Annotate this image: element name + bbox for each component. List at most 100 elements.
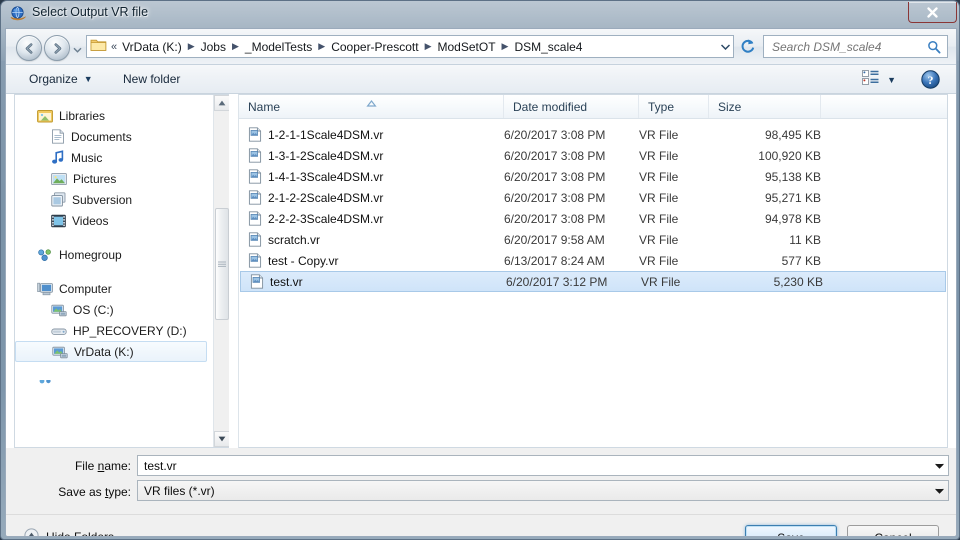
- table-row[interactable]: 1-3-1-2Scale4DSM.vr 6/20/2017 3:08 PM VR F…: [239, 145, 947, 166]
- organize-button[interactable]: Organize ▼: [24, 71, 98, 87]
- vr-file-icon: [248, 232, 262, 247]
- save-as-type-label: Save as type:: [58, 485, 131, 499]
- search-input[interactable]: [770, 38, 924, 55]
- file-type-cell: VR File: [639, 169, 679, 184]
- search-icon[interactable]: [927, 40, 941, 54]
- view-mode-button[interactable]: ▼: [862, 70, 896, 90]
- back-button[interactable]: [16, 35, 42, 61]
- sidebar-item-libraries[interactable]: Libraries: [15, 105, 213, 126]
- file-type-cell: VR File: [639, 211, 679, 226]
- scroll-down-button[interactable]: [214, 431, 229, 447]
- breadcrumb-item-5[interactable]: DSM_scale4: [513, 38, 583, 56]
- sidebar-item-videos[interactable]: Videos: [15, 210, 213, 231]
- file-name-text: 2-1-2-2Scale4DSM.vr: [268, 190, 384, 205]
- sidebar-item-subversion[interactable]: Subversion: [15, 189, 213, 210]
- search-box[interactable]: [763, 35, 948, 58]
- cancel-button[interactable]: Cancel: [847, 525, 939, 536]
- dialog-footer: Hide Folders Save Cancel: [6, 514, 956, 536]
- table-row[interactable]: 2-2-2-3Scale4DSM.vr 6/20/2017 3:08 PM VR F…: [239, 208, 947, 229]
- file-name-cell: 1-3-1-2Scale4DSM.vr: [239, 148, 383, 163]
- chevron-down-icon: [73, 47, 82, 53]
- sidebar-item-label: Homegroup: [59, 247, 122, 262]
- file-name-text: 1-2-1-1Scale4DSM.vr: [268, 127, 384, 142]
- sort-ascending-icon: [366, 96, 377, 110]
- file-size-cell: 95,138 KB: [764, 169, 821, 184]
- breadcrumb-separator: ▶: [424, 41, 432, 51]
- sidebar-item-hp-recovery-d[interactable]: HP_RECOVERY (D:): [15, 320, 213, 341]
- triangle-up-icon: [218, 100, 226, 106]
- breadcrumb-item-0[interactable]: VrData (K:): [121, 38, 183, 56]
- breadcrumb-item-4[interactable]: ModSetOT: [437, 38, 497, 56]
- forward-button[interactable]: [44, 35, 70, 61]
- table-row[interactable]: test.vr 6/20/2017 3:12 PM VR File 5,230 KB: [240, 271, 946, 292]
- address-bar[interactable]: « VrData (K:) ▶ Jobs ▶ _ModelTests ▶ Coo…: [86, 35, 734, 58]
- close-button[interactable]: [908, 2, 957, 23]
- file-name-text: test - Copy.vr: [268, 253, 339, 268]
- file-type-cell: VR File: [639, 148, 679, 163]
- sidebar-item-homegroup[interactable]: Homegroup: [15, 244, 213, 265]
- file-name-cell: 1-4-1-3Scale4DSM.vr: [239, 169, 383, 184]
- sidebar-item-label: Pictures: [73, 171, 117, 186]
- file-type-cell: VR File: [641, 274, 681, 289]
- file-name-cell: test.vr: [241, 274, 303, 289]
- file-name-value: test.vr: [144, 458, 177, 473]
- vr-file-icon: [248, 169, 262, 184]
- table-row[interactable]: scratch.vr 6/20/2017 9:58 AM VR File 11 KB: [239, 229, 947, 250]
- column-header-label: Date modified: [513, 99, 588, 114]
- table-row[interactable]: 2-1-2-2Scale4DSM.vr 6/20/2017 3:08 PM VR F…: [239, 187, 947, 208]
- triangle-down-icon: [218, 436, 226, 442]
- save-as-type-dropdown-button[interactable]: [931, 481, 948, 500]
- chevron-down-icon: [935, 488, 944, 494]
- breadcrumb-item-3[interactable]: Cooper-Prescott: [330, 38, 419, 56]
- hide-folders-button[interactable]: Hide Folders: [24, 528, 114, 536]
- help-button[interactable]: ?: [921, 70, 940, 89]
- drive-icon: [51, 324, 67, 338]
- sidebar-item-os-c[interactable]: OS (C:): [15, 299, 213, 320]
- column-header-date-modified[interactable]: Date modified: [504, 95, 639, 118]
- subversion-icon: [51, 192, 66, 207]
- scrollbar-thumb[interactable]: [215, 208, 229, 320]
- file-size-cell: 98,495 KB: [764, 127, 821, 142]
- new-folder-button[interactable]: New folder: [118, 71, 185, 87]
- file-date-cell: 6/20/2017 3:08 PM: [504, 211, 606, 226]
- file-name-text: 1-4-1-3Scale4DSM.vr: [268, 169, 384, 184]
- sidebar-item-music[interactable]: Music: [15, 147, 213, 168]
- sidebar-scrollbar[interactable]: [213, 95, 229, 447]
- recent-locations-button[interactable]: [72, 42, 83, 53]
- column-header-size[interactable]: Size: [709, 95, 821, 118]
- file-name-text: 2-2-2-3Scale4DSM.vr: [268, 211, 384, 226]
- sidebar-item-network-partial[interactable]: [15, 380, 213, 388]
- table-row[interactable]: 1-2-1-1Scale4DSM.vr 6/20/2017 3:08 PM VR F…: [239, 124, 947, 145]
- sidebar-item-computer[interactable]: Computer: [15, 278, 213, 299]
- window-title: Select Output VR file: [32, 5, 149, 19]
- address-dropdown-button[interactable]: [717, 36, 733, 57]
- table-row[interactable]: test - Copy.vr 6/13/2017 8:24 AM VR File 57…: [239, 250, 947, 271]
- music-note-icon: [51, 150, 65, 165]
- file-name-input[interactable]: test.vr: [137, 455, 949, 476]
- close-icon: [927, 6, 938, 18]
- refresh-button[interactable]: [736, 35, 758, 58]
- sidebar-item-vrdata-k[interactable]: VrData (K:): [15, 341, 207, 362]
- table-row[interactable]: 1-4-1-3Scale4DSM.vr 6/20/2017 3:08 PM VR F…: [239, 166, 947, 187]
- breadcrumb-item-1[interactable]: Jobs: [200, 38, 227, 56]
- file-name-cell: test - Copy.vr: [239, 253, 338, 268]
- column-header-label: Type: [648, 99, 675, 114]
- breadcrumb-separator: ▶: [501, 41, 509, 51]
- column-header-name[interactable]: Name: [239, 95, 504, 118]
- sidebar-item-pictures[interactable]: Pictures: [15, 168, 213, 189]
- column-header-type[interactable]: Type: [639, 95, 709, 118]
- breadcrumb-item-2[interactable]: _ModelTests: [244, 38, 313, 56]
- file-name-dropdown-button[interactable]: [931, 456, 948, 475]
- breadcrumb-separator: ▶: [318, 41, 326, 51]
- scroll-up-button[interactable]: [214, 95, 229, 111]
- save-as-type-select[interactable]: VR files (*.vr): [137, 480, 949, 501]
- file-type-cell: VR File: [639, 253, 679, 268]
- breadcrumb-overflow[interactable]: «: [109, 41, 121, 53]
- column-header-label: Size: [718, 99, 742, 114]
- chevron-down-icon: ▼: [887, 75, 896, 85]
- save-button[interactable]: Save: [745, 525, 837, 536]
- sidebar-item-documents[interactable]: Documents: [15, 126, 213, 147]
- file-date-cell: 6/20/2017 3:08 PM: [504, 190, 606, 205]
